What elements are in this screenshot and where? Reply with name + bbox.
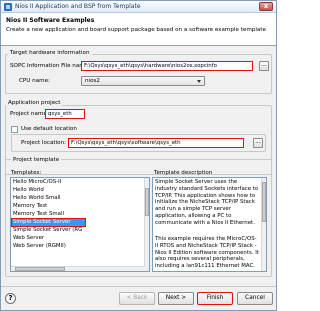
close-icon: x <box>263 2 269 10</box>
list-item[interactable]: Memory Test Small <box>12 211 85 218</box>
next-button[interactable]: Next > <box>158 292 194 305</box>
cpu-name-value: nios2 <box>85 78 100 84</box>
list-item-selected[interactable]: Simple Socket Server <box>11 218 86 227</box>
title-bar: Nios II Application and BSP from Templat… <box>1 1 276 13</box>
window-app-icon <box>4 3 12 11</box>
list-item[interactable]: Hello MicroC/OS-II <box>12 179 85 186</box>
template-description-box: Simple Socket Server uses the industry s… <box>152 177 267 272</box>
back-button[interactable]: < Back <box>119 292 155 305</box>
target-hardware-legend: Target hardware information <box>8 50 92 56</box>
footer-separator <box>1 286 276 287</box>
description-vertical-scrollbar[interactable] <box>261 178 266 271</box>
templates-label: Templates: <box>11 170 42 176</box>
templates-list[interactable]: Hello MicroC/OS-II Hello World Hello Wor… <box>10 177 150 272</box>
cancel-button[interactable]: Cancel <box>237 292 273 305</box>
list-item[interactable]: Simple Socket Server (RG <box>12 227 85 234</box>
templates-horizontal-scrollbar[interactable] <box>11 266 145 271</box>
wizard-description: Create a new application and board suppo… <box>6 27 266 33</box>
list-item[interactable]: Memory Test <box>12 203 85 210</box>
use-default-location-checkbox[interactable] <box>11 126 18 133</box>
wizard-banner: Nios II Software Examples Create a new a… <box>1 13 276 46</box>
template-description-text: This example requires the MicroC/OS-II R… <box>155 236 259 270</box>
templates-vertical-scrollbar[interactable] <box>144 178 149 271</box>
window-title: Nios II Application and BSP from Templat… <box>15 3 141 10</box>
sopc-file-label: SOPC Information File name: <box>10 63 91 69</box>
scrollbar-thumb[interactable] <box>15 267 65 271</box>
list-item[interactable]: Hello World Small <box>12 195 85 202</box>
target-hardware-group <box>5 54 272 94</box>
template-description-text: Simple Socket Server uses the industry s… <box>155 179 259 226</box>
cpu-name-label: CPU name: <box>19 78 50 84</box>
application-project-legend: Application project <box>6 100 63 106</box>
cpu-name-select[interactable]: nios2 <box>81 76 205 86</box>
project-name-label: Project name: <box>10 111 49 117</box>
help-icon[interactable]: ? <box>5 293 16 304</box>
scrollbar-thumb[interactable] <box>145 188 149 216</box>
template-description-label: Template description <box>154 170 213 176</box>
project-template-legend: Project template <box>11 157 62 163</box>
dialog-window: Nios II Application and BSP from Templat… <box>0 0 277 311</box>
wizard-heading: Nios II Software Examples <box>6 17 95 24</box>
location-browse-button[interactable]: ... <box>253 138 263 148</box>
project-name-input[interactable]: qsys_eth <box>45 109 85 119</box>
sopc-browse-button[interactable]: ... <box>259 61 269 71</box>
list-item[interactable]: Hello World <box>12 187 85 194</box>
use-default-location-label: Use default location <box>21 126 77 132</box>
project-location-input[interactable]: F:\Qsys\qsys_eth\qsys\software\qsys_eth <box>68 138 244 148</box>
list-item[interactable]: Web Server (RGMII) <box>12 243 85 250</box>
close-button[interactable]: x <box>259 2 273 11</box>
sopc-file-input[interactable]: F:\Qsys\qsys_eth\qsys\hardware\nios2os.s… <box>81 61 253 71</box>
list-item[interactable]: Web Server <box>12 235 85 242</box>
scrollbar-thumb[interactable] <box>262 182 266 222</box>
chevron-down-icon <box>197 80 201 83</box>
project-location-label: Project location: <box>21 140 66 146</box>
finish-button[interactable]: Finish <box>197 292 233 305</box>
